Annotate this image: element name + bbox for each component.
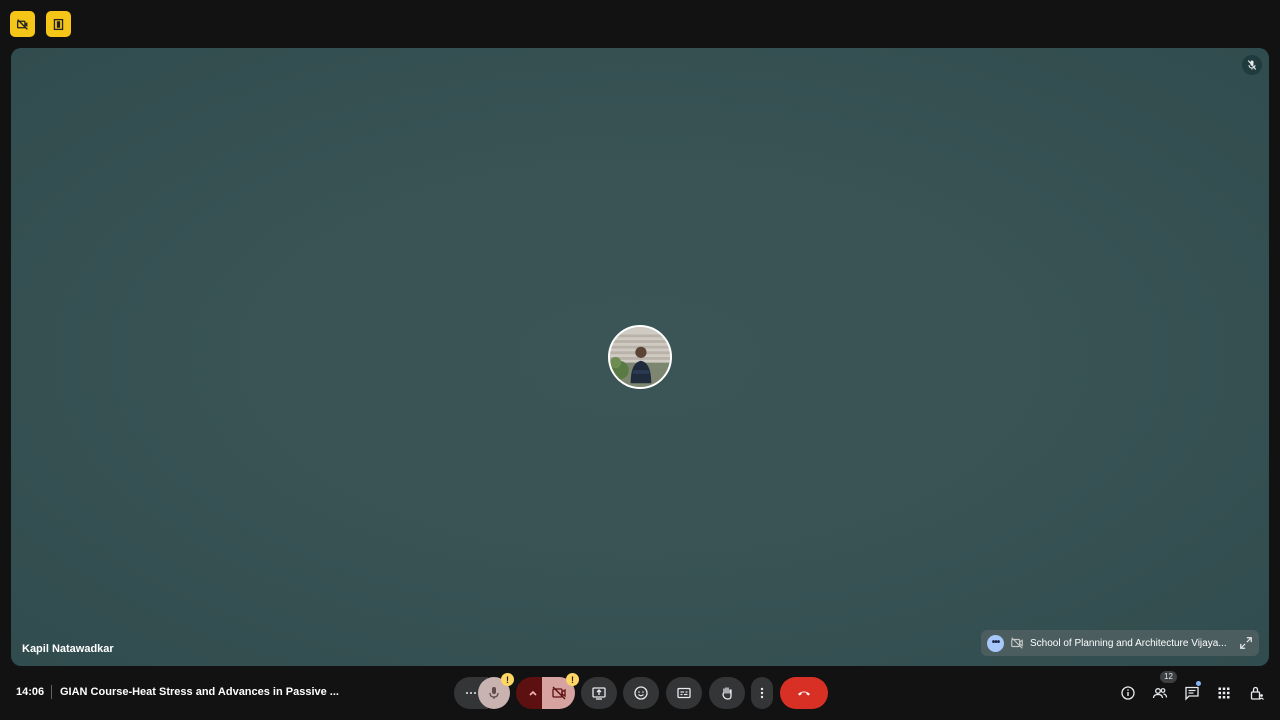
chevron-up-icon bbox=[529, 690, 537, 696]
hand-icon bbox=[722, 687, 732, 700]
lock-person-icon bbox=[1250, 686, 1264, 700]
microphone-button[interactable]: ! bbox=[478, 673, 514, 709]
mic-icon bbox=[489, 687, 499, 699]
meeting-title: GIAN Course-Heat Stress and Advances in … bbox=[60, 686, 339, 698]
captions-button[interactable] bbox=[666, 677, 702, 709]
host-controls-button[interactable] bbox=[1248, 684, 1266, 702]
participant-avatar-photo bbox=[610, 327, 670, 387]
leave-call-button[interactable] bbox=[780, 677, 828, 709]
door-exit-button[interactable] bbox=[46, 11, 71, 37]
hang-up-icon bbox=[798, 691, 810, 696]
video-off-warning-icon bbox=[16, 18, 28, 30]
info-icon bbox=[1121, 686, 1135, 700]
divider bbox=[51, 685, 52, 699]
activities-button[interactable] bbox=[1215, 684, 1233, 702]
top-bar bbox=[0, 0, 1280, 48]
reactions-button[interactable] bbox=[623, 677, 659, 709]
camera-button[interactable]: ! bbox=[542, 673, 579, 709]
bottom-bar: 14:06 GIAN Course-Heat Stress and Advanc… bbox=[0, 666, 1280, 720]
captions-icon bbox=[677, 687, 691, 699]
expand-icon[interactable] bbox=[1239, 636, 1253, 650]
muted-indicator bbox=[1242, 55, 1262, 75]
meeting-time: 14:06 bbox=[16, 686, 45, 698]
apps-grid-icon bbox=[1218, 687, 1230, 699]
raise-hand-button[interactable] bbox=[709, 677, 745, 709]
chat-unread-dot bbox=[1196, 681, 1201, 686]
ellipsis-icon bbox=[466, 692, 476, 694]
mic-off-icon bbox=[1247, 60, 1257, 70]
camera-off-icon bbox=[551, 686, 566, 700]
people-button[interactable] bbox=[1151, 684, 1169, 702]
emoji-icon bbox=[634, 686, 648, 700]
participant-stage: Kapil Natawadkar ••• School of Planning … bbox=[11, 48, 1269, 666]
mic-alert-badge: ! bbox=[501, 673, 514, 686]
meeting-details-button[interactable] bbox=[1119, 684, 1137, 702]
present-button[interactable] bbox=[581, 677, 617, 709]
chat-button[interactable] bbox=[1183, 684, 1201, 702]
participant-avatar bbox=[608, 325, 672, 389]
camera-off-icon bbox=[1010, 636, 1024, 650]
door-exit-icon bbox=[53, 18, 64, 30]
people-icon bbox=[1152, 688, 1168, 699]
vertical-dots-icon bbox=[760, 687, 764, 699]
present-screen-icon bbox=[592, 687, 606, 700]
camera-alert-badge: ! bbox=[566, 673, 579, 686]
video-off-warning-button[interactable] bbox=[10, 11, 35, 37]
pip-title: School of Planning and Architecture Vija… bbox=[1030, 637, 1227, 649]
more-dots-icon[interactable]: ••• bbox=[987, 634, 1004, 652]
more-options-button[interactable] bbox=[751, 677, 773, 709]
participant-count-badge: 12 bbox=[1160, 671, 1177, 683]
chat-icon bbox=[1185, 686, 1199, 701]
participant-name: Kapil Natawadkar bbox=[22, 643, 114, 655]
self-view-tile[interactable]: ••• School of Planning and Architecture … bbox=[981, 630, 1259, 656]
